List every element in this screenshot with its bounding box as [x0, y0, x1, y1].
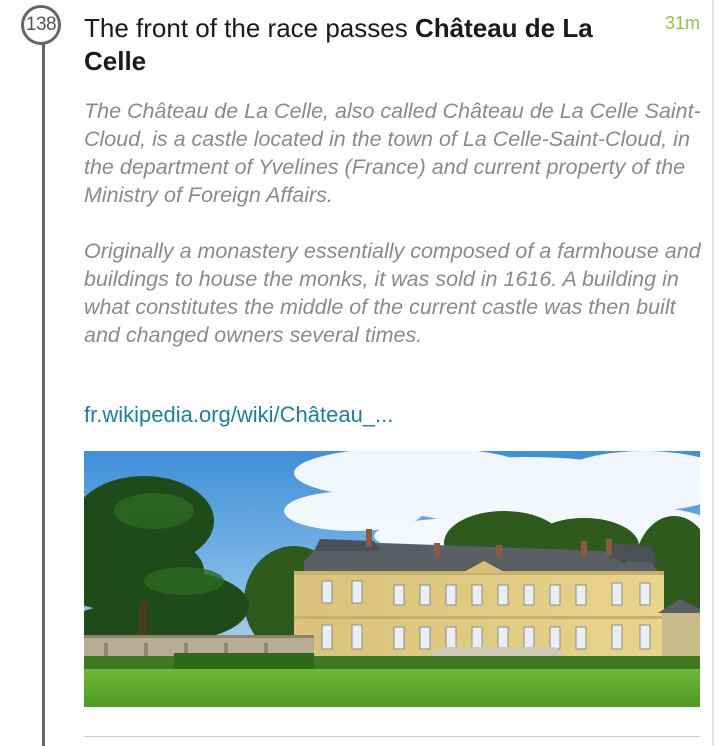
entry-description: The Château de La Celle, also called Châ…: [84, 97, 704, 377]
panel-border: [712, 0, 714, 746]
wikipedia-link[interactable]: fr.wikipedia.org/wiki/Château_...: [84, 402, 393, 428]
entry-title: The front of the race passes Château de …: [84, 12, 644, 78]
description-paragraph: The Château de La Celle, also called Châ…: [84, 99, 701, 207]
entry-divider: [84, 736, 700, 737]
entry-number: 138: [25, 14, 57, 35]
description-paragraph: Originally a monastery essentially compo…: [84, 239, 701, 347]
title-prefix: The front of the race passes: [84, 13, 415, 43]
timeline-line: [42, 40, 45, 746]
entry-number-badge: 138: [21, 5, 61, 45]
chateau-photo[interactable]: [84, 451, 700, 707]
entry-time: 31m: [664, 13, 700, 33]
